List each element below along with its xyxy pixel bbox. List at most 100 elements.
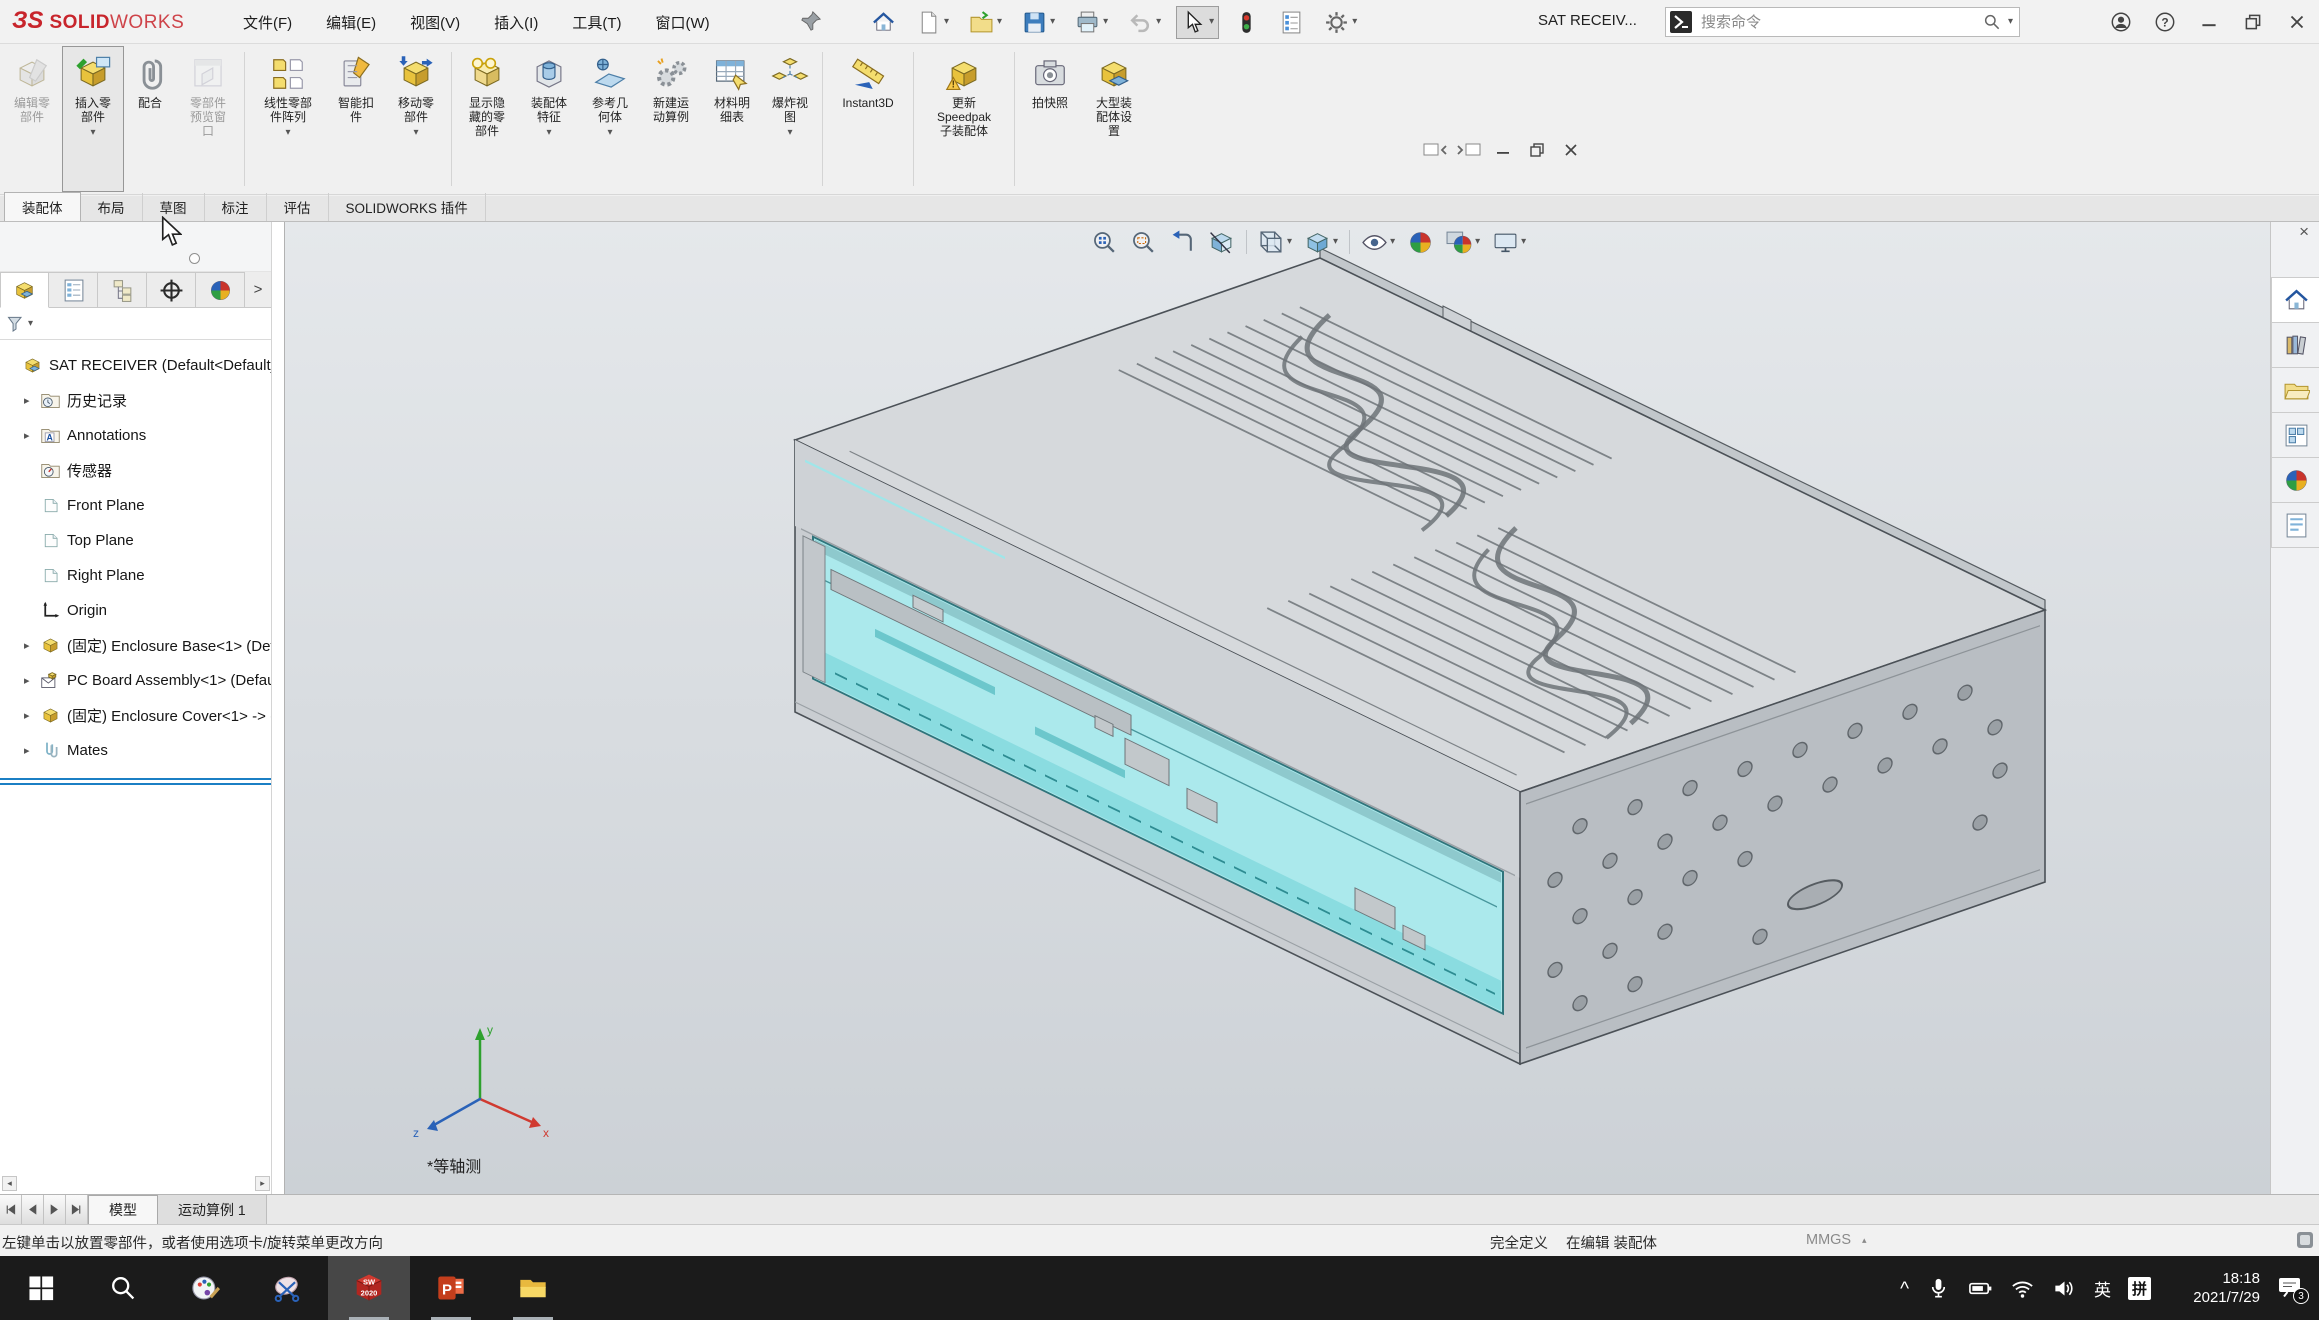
tab-装配体[interactable]: 装配体 (4, 192, 81, 221)
options-gear-button[interactable]: ▾ (1319, 6, 1362, 39)
notification-button[interactable]: 3 (2277, 1275, 2305, 1301)
featuremanager-tab-tab[interactable] (0, 272, 49, 308)
scroll-left-button[interactable]: ◂ (2, 1176, 17, 1191)
open-button[interactable]: ▾ (964, 6, 1007, 39)
search-dropdown-caret[interactable]: ▾ (2008, 17, 2013, 27)
panel-splitter-handle[interactable] (189, 253, 200, 264)
dropdown-caret[interactable]: ▾ (90, 128, 95, 138)
tree-item[interactable]: ▸(固定) Enclosure Base<1> (Defau (0, 628, 271, 663)
graphics-area[interactable]: y x z *等轴测 ▾▾▾▾▾ (285, 222, 2270, 1194)
mate-button[interactable]: 配合 (124, 46, 176, 192)
status-units[interactable]: MMGS (1806, 1232, 1851, 1248)
expand-arrow-icon[interactable]: ▸ (24, 394, 40, 407)
expand-arrow-icon[interactable]: ▸ (24, 744, 40, 757)
apply-scene-button[interactable]: ▾ (1440, 226, 1486, 259)
dropdown-caret[interactable]: ▾ (997, 17, 1002, 27)
save-button[interactable]: ▾ (1017, 6, 1060, 39)
previous-tab-button[interactable] (22, 1195, 44, 1224)
tab-模型[interactable]: 模型 (88, 1195, 158, 1224)
close-icon[interactable] (1558, 140, 1584, 160)
motion-study-button[interactable]: 新建运 动算例 (640, 46, 702, 192)
panel-expand-chevron[interactable]: > (245, 272, 271, 308)
cad-model-viewport[interactable]: y x z *等轴测 (285, 222, 2270, 1194)
menu-item-4[interactable]: 工具(T) (572, 12, 621, 33)
dropdown-caret[interactable]: ▾ (1156, 17, 1161, 27)
dropdown-caret[interactable]: ▾ (1287, 237, 1292, 247)
home-button[interactable] (866, 6, 901, 39)
print-button[interactable]: ▾ (1070, 6, 1113, 39)
tree-item[interactable]: Front Plane (0, 488, 271, 523)
view-orientation-button[interactable]: ▾ (1252, 226, 1298, 259)
tree-item[interactable]: Top Plane (0, 523, 271, 558)
previous-window-icon[interactable] (1422, 140, 1448, 160)
instant3d-button[interactable]: Instant3D (827, 46, 909, 192)
undo-button[interactable]: ▾ (1123, 6, 1166, 39)
tray-expand-icon[interactable]: ^ (1900, 1279, 1909, 1301)
insert-component-button[interactable]: 插入零 部件▾ (62, 46, 124, 192)
dropdown-caret[interactable]: ▾ (787, 128, 792, 138)
tree-item[interactable]: SAT RECEIVER (Default<Default_All> (0, 348, 271, 383)
clock[interactable]: 18:18 2021/7/29 (2168, 1269, 2260, 1308)
xpress-tools-button[interactable] (1229, 6, 1264, 39)
rollback-bar[interactable] (0, 778, 272, 785)
move-component-button[interactable]: 移动零 部件▾ (385, 46, 447, 192)
menu-item-3[interactable]: 插入(I) (494, 12, 538, 33)
tree-item[interactable]: Origin (0, 593, 271, 628)
wifi-icon[interactable] (2010, 1276, 2035, 1301)
tab-评估[interactable]: 评估 (267, 193, 329, 221)
reference-geometry-button[interactable]: 参考几 何体▾ (580, 46, 640, 192)
tree-item[interactable]: ▸Mates (0, 733, 271, 768)
units-caret[interactable]: ▴ (1862, 1235, 1867, 1246)
update-speedpak-button[interactable]: !更新 Speedpak 子装配体 (918, 46, 1010, 192)
microphone-icon[interactable] (1926, 1276, 1951, 1301)
paint-taskbar-button[interactable] (164, 1256, 246, 1320)
zoom-area-button[interactable] (1124, 226, 1163, 259)
smart-fasteners-button[interactable]: 智能扣 件 (327, 46, 385, 192)
tree-item[interactable]: Right Plane (0, 558, 271, 593)
next-window-icon[interactable] (1456, 140, 1482, 160)
filter-caret[interactable]: ▾ (28, 319, 33, 329)
tree-filter[interactable]: ▾ (0, 308, 271, 340)
filter-funnel-icon[interactable] (6, 314, 26, 334)
show-hidden-button[interactable]: 显示隐 藏的零 部件 (456, 46, 518, 192)
command-search[interactable]: ▾ (1665, 7, 2020, 37)
dropdown-caret[interactable]: ▾ (1209, 17, 1214, 27)
displaymanager-tab-tab[interactable] (196, 272, 245, 308)
view-palette-tab[interactable] (2271, 412, 2319, 458)
dropdown-caret[interactable]: ▾ (944, 17, 949, 27)
menu-item-2[interactable]: 视图(V) (410, 12, 460, 33)
tree-item[interactable]: 传感器 (0, 453, 271, 488)
expand-arrow-icon[interactable]: ▸ (24, 429, 40, 442)
pin-toolbar-icon[interactable] (800, 10, 822, 32)
last-tab-button[interactable] (66, 1195, 88, 1224)
expand-arrow-icon[interactable]: ▸ (24, 709, 40, 722)
menu-item-0[interactable]: 文件(F) (243, 12, 292, 33)
previous-view-button[interactable] (1163, 226, 1202, 259)
task-list-button[interactable] (1274, 6, 1309, 39)
start-taskbar-button[interactable] (0, 1256, 82, 1320)
section-view-button[interactable] (1202, 226, 1241, 259)
dropdown-caret[interactable]: ▾ (607, 128, 612, 138)
dropdown-caret[interactable]: ▾ (1475, 237, 1480, 247)
language-indicator[interactable]: 英 (2094, 1276, 2111, 1301)
expand-arrow-icon[interactable]: ▸ (24, 639, 40, 652)
account-button[interactable] (2099, 0, 2143, 44)
tree-item[interactable]: ▸历史记录 (0, 383, 271, 418)
ime-indicator[interactable]: 拼 (2128, 1277, 2151, 1300)
search-icon[interactable] (1982, 12, 2002, 32)
dropdown-caret[interactable]: ▾ (1050, 17, 1055, 27)
minimize-button[interactable] (2187, 0, 2231, 44)
next-tab-button[interactable] (44, 1195, 66, 1224)
panel-hscroll[interactable]: ◂ ▸ (0, 1176, 272, 1192)
file-explorer-pane-tab[interactable] (2271, 367, 2319, 413)
bom-button[interactable]: 材料明 细表 (702, 46, 762, 192)
exploded-view-button[interactable]: 爆炸视 图▾ (762, 46, 818, 192)
tab-SOLIDWORKS 插件[interactable]: SOLIDWORKS 插件 (329, 193, 486, 221)
dropdown-caret[interactable]: ▾ (1103, 17, 1108, 27)
custom-properties-tab[interactable] (2271, 502, 2319, 548)
dropdown-caret[interactable]: ▾ (1333, 237, 1338, 247)
dropdown-caret[interactable]: ▾ (546, 128, 551, 138)
menu-item-1[interactable]: 编辑(E) (326, 12, 376, 33)
restore-icon[interactable] (1524, 140, 1550, 160)
dropdown-caret[interactable]: ▾ (413, 128, 418, 138)
